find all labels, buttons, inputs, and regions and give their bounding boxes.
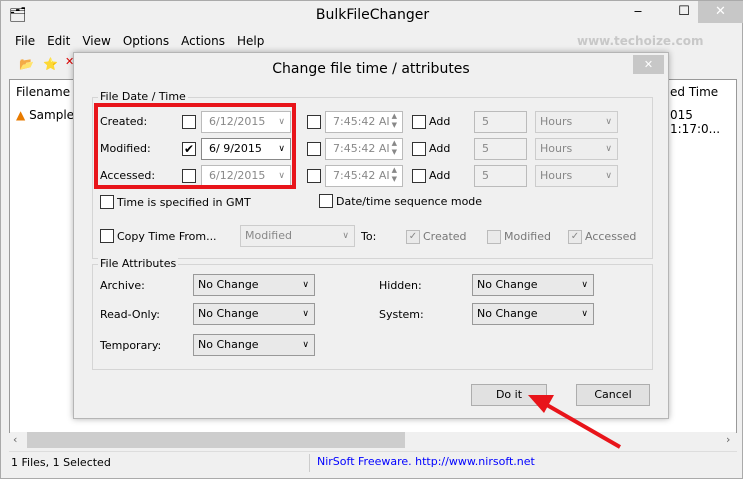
- copy-time-checkbox[interactable]: [100, 229, 114, 243]
- created-add-label: Add: [429, 115, 451, 128]
- target-created[interactable]: ✓ Created: [406, 230, 467, 244]
- archive-label: Archive:: [100, 279, 145, 292]
- menu-help[interactable]: Help: [237, 34, 264, 48]
- readonly-select[interactable]: No Change ∨: [193, 303, 315, 325]
- created-unit-select[interactable]: Hours ∨: [535, 111, 618, 133]
- temporary-select[interactable]: No Change ∨: [193, 334, 315, 356]
- open-folder-icon[interactable]: 📂: [19, 57, 34, 71]
- to-label: To:: [361, 230, 377, 243]
- scroll-right-icon[interactable]: ›: [726, 433, 730, 446]
- gmt-checkbox[interactable]: [100, 195, 114, 209]
- gmt-label: Time is specified in GMT: [117, 195, 251, 209]
- file-date-group-label: File Date / Time: [98, 90, 188, 103]
- modified-add-label: Add: [429, 142, 451, 155]
- annotation-arrow: [528, 395, 621, 449]
- copy-source-select[interactable]: Modified ∨: [240, 225, 355, 247]
- menu-bar: File Edit View Options Actions Help: [15, 34, 276, 48]
- copy-time-label: Copy Time From...: [117, 229, 217, 243]
- accessed-add-checkbox[interactable]: [412, 169, 426, 183]
- close-button[interactable]: ✕: [698, 1, 743, 23]
- modified-time-field[interactable]: 7:45:42 AI ▲ ▼: [325, 138, 403, 160]
- menu-actions[interactable]: Actions: [181, 34, 225, 48]
- menu-view[interactable]: View: [82, 34, 110, 48]
- menu-file[interactable]: File: [15, 34, 35, 48]
- gmt-option[interactable]: Time is specified in GMT: [100, 195, 251, 209]
- time-cell: 015 1:17:0...: [670, 108, 721, 136]
- target-accessed[interactable]: ✓ Accessed: [568, 230, 636, 244]
- sequence-option[interactable]: Date/time sequence mode: [319, 194, 482, 208]
- menu-edit[interactable]: Edit: [47, 34, 70, 48]
- modified-time-checkbox[interactable]: [307, 142, 321, 156]
- copy-time-option[interactable]: Copy Time From...: [100, 229, 217, 243]
- sequence-checkbox[interactable]: [319, 194, 333, 208]
- target-modified[interactable]: Modified: [487, 230, 551, 244]
- sequence-label: Date/time sequence mode: [336, 194, 483, 208]
- highlight-box: [94, 103, 296, 189]
- filename-cell: Sample: [29, 108, 75, 122]
- hidden-select[interactable]: No Change ∨: [472, 274, 594, 296]
- accessed-time-checkbox[interactable]: [307, 169, 321, 183]
- status-count: 1 Files, 1 Selected: [11, 456, 111, 469]
- archive-select[interactable]: No Change ∨: [193, 274, 315, 296]
- created-time-checkbox[interactable]: [307, 115, 321, 129]
- scrollbar-thumb[interactable]: [27, 432, 405, 448]
- maximize-button[interactable]: ☐: [669, 1, 699, 23]
- modified-amount-field[interactable]: 5: [474, 138, 527, 160]
- table-row[interactable]: ▲ Sample: [16, 108, 74, 122]
- dialog-title: Change file time / attributes: [272, 61, 470, 77]
- watermark: www.techoize.com: [577, 34, 704, 48]
- file-attributes-label: File Attributes: [98, 257, 179, 270]
- created-add-checkbox[interactable]: [412, 115, 426, 129]
- accessed-time-field[interactable]: 7:45:42 AI ▲ ▼: [325, 165, 403, 187]
- modified-unit-select[interactable]: Hours ∨: [535, 138, 618, 160]
- new-item-icon[interactable]: ⭐: [43, 57, 58, 71]
- hidden-label: Hidden:: [379, 279, 422, 292]
- temporary-label: Temporary:: [100, 339, 162, 352]
- dialog-close-button[interactable]: ✕: [633, 55, 664, 74]
- spinner-icon: ▲ ▼: [391, 112, 397, 129]
- column-filename[interactable]: Filename: [16, 85, 70, 99]
- change-time-dialog: Change file time / attributes ✕ File Dat…: [73, 52, 669, 419]
- nirsoft-link[interactable]: NirSoft Freeware. http://www.nirsoft.net: [317, 455, 535, 468]
- accessed-amount-field[interactable]: 5: [474, 165, 527, 187]
- accessed-unit-select[interactable]: Hours ∨: [535, 165, 618, 187]
- spinner-icon: ▲ ▼: [391, 166, 397, 183]
- created-time-field[interactable]: 7:45:42 AI ▲ ▼: [325, 111, 403, 133]
- menu-options[interactable]: Options: [123, 34, 169, 48]
- vlc-file-icon: ▲: [16, 108, 26, 122]
- created-amount-field[interactable]: 5: [474, 111, 527, 133]
- system-label: System:: [379, 308, 424, 321]
- column-modified-time[interactable]: ed Time: [670, 85, 718, 99]
- spinner-icon: ▲ ▼: [391, 139, 397, 156]
- minimize-button[interactable]: ‒: [623, 1, 653, 23]
- readonly-label: Read-Only:: [100, 308, 161, 321]
- accessed-add-label: Add: [429, 169, 451, 182]
- system-select[interactable]: No Change ∨: [472, 303, 594, 325]
- scroll-left-icon[interactable]: ‹: [13, 433, 17, 446]
- modified-add-checkbox[interactable]: [412, 142, 426, 156]
